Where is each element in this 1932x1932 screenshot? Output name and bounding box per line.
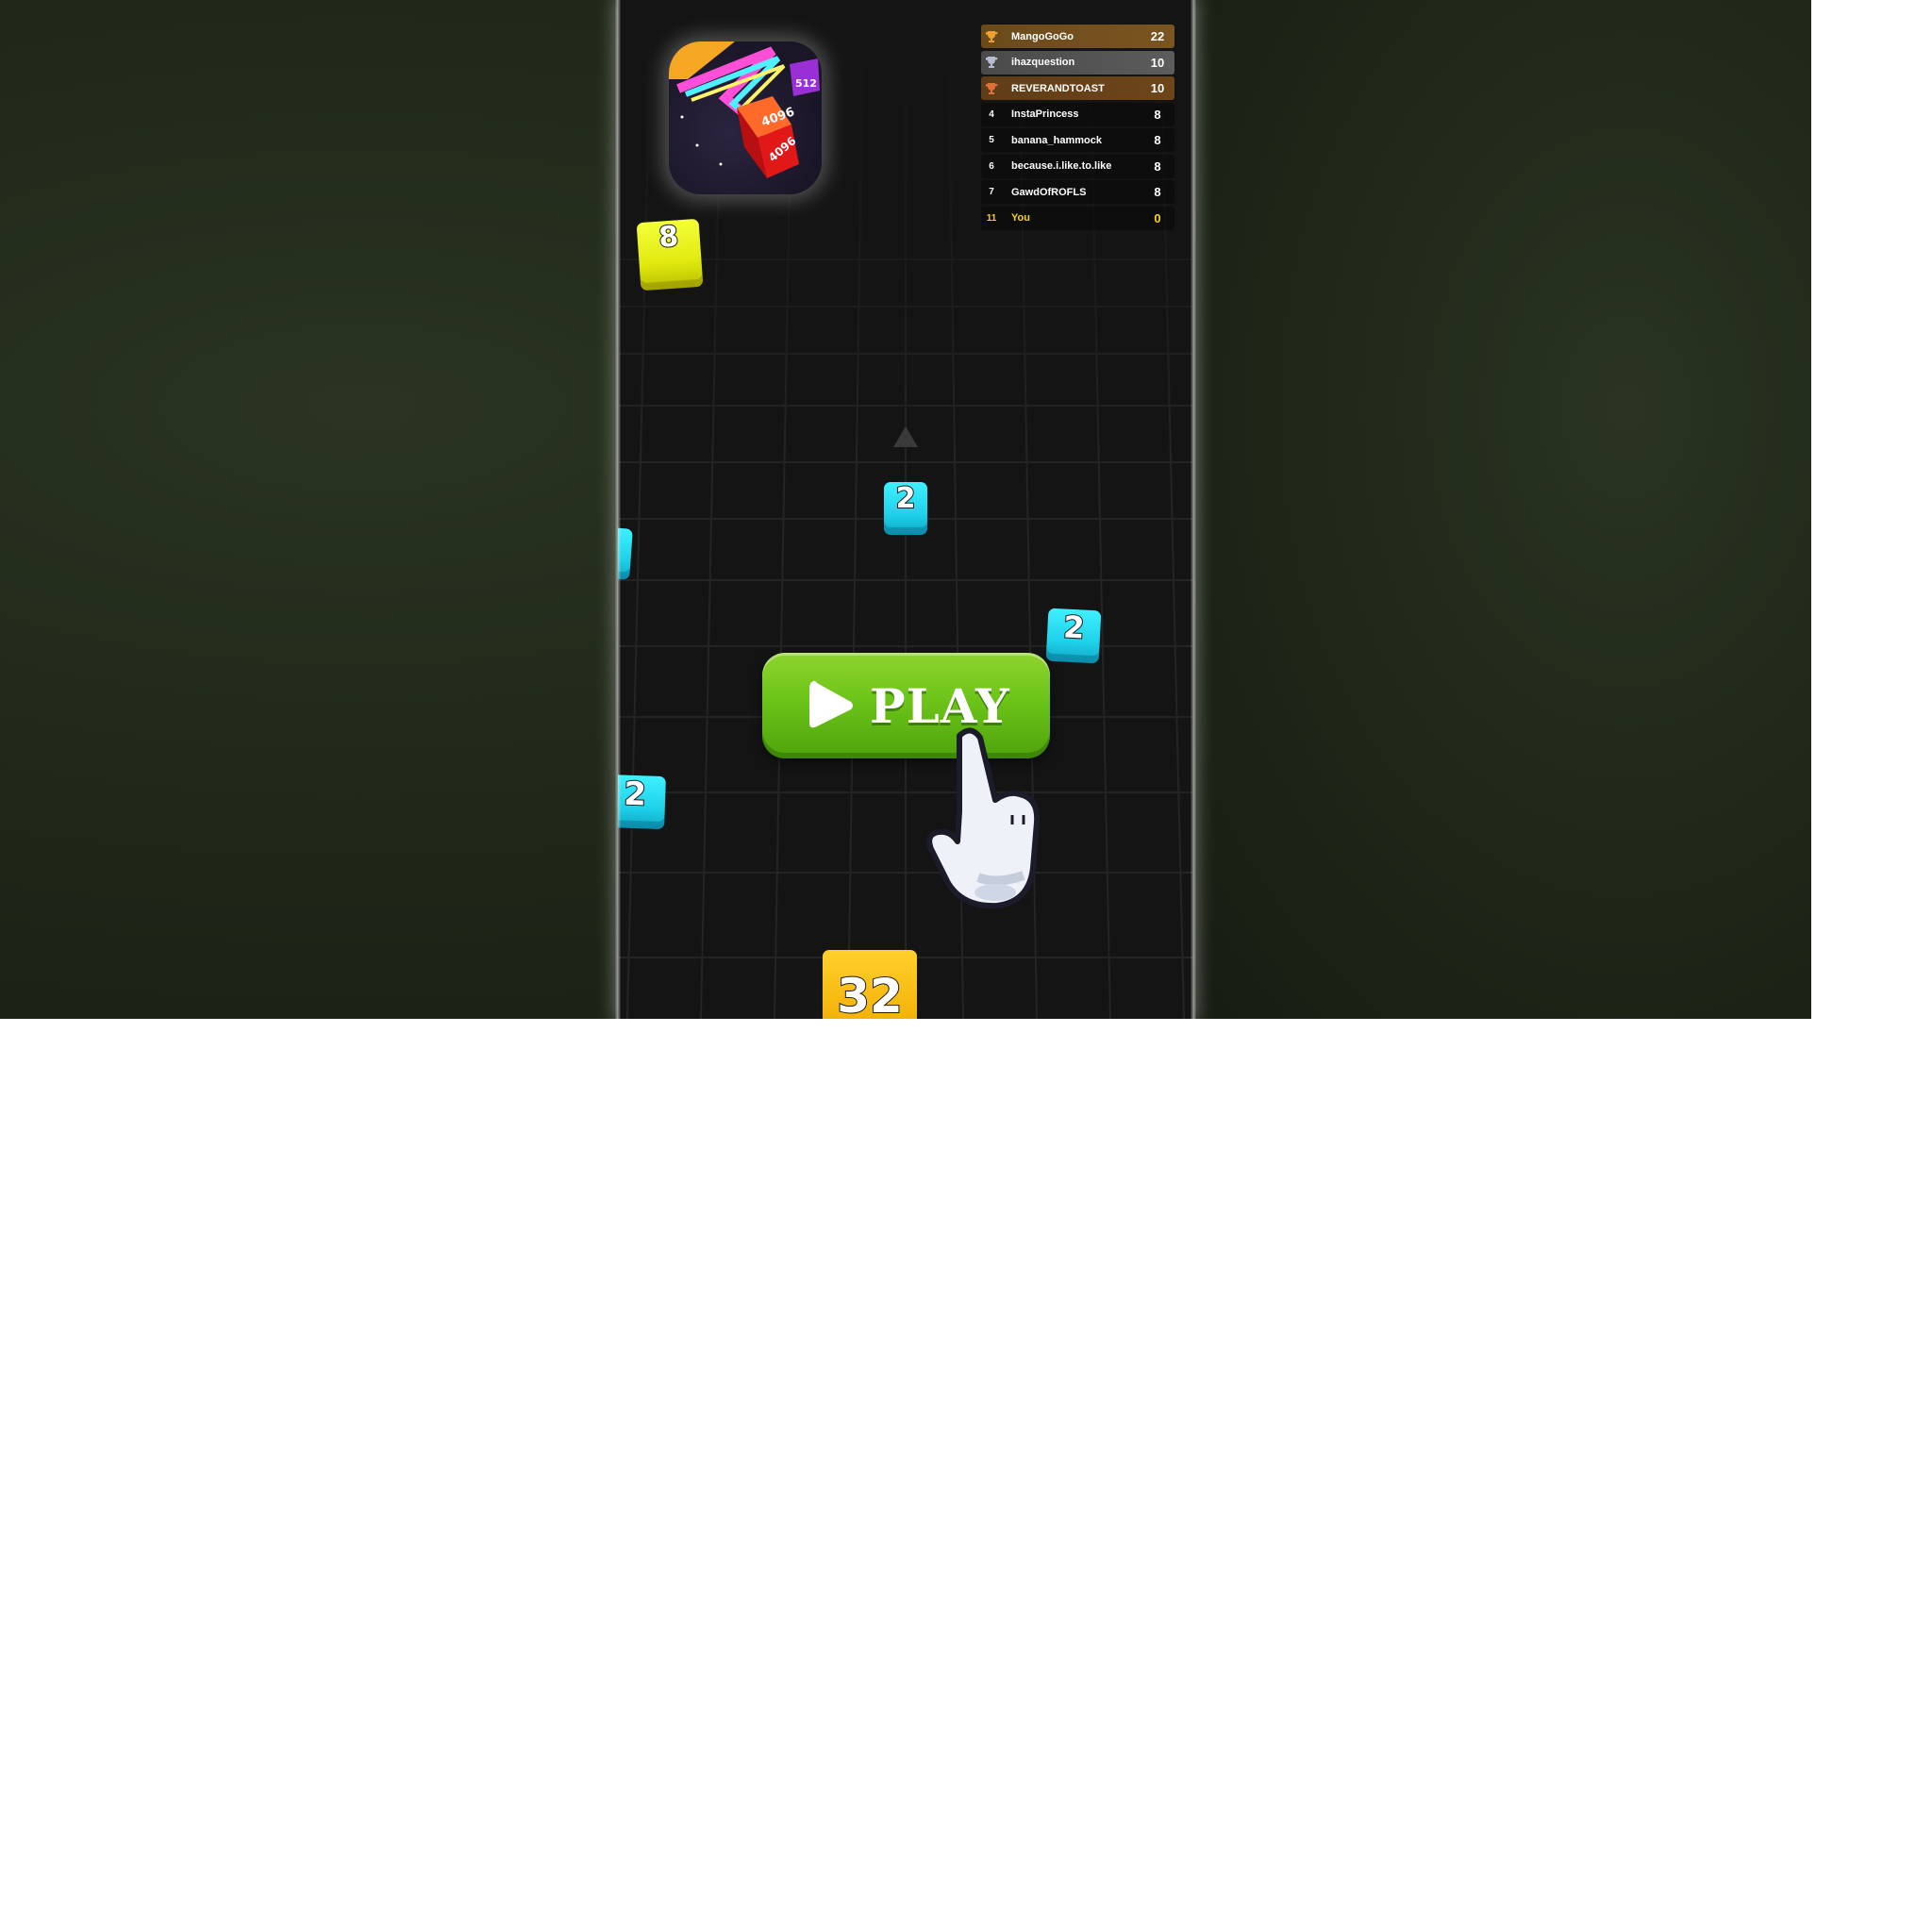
aim-arrow-icon [893, 426, 918, 447]
player-name: because.i.like.to.like [1011, 160, 1112, 172]
player-score: 10 [1150, 81, 1165, 95]
player-score: 8 [1154, 158, 1161, 174]
bronze-trophy-icon [981, 82, 1002, 95]
player-name: ihazquestion [1011, 57, 1075, 68]
player-score: 8 [1154, 133, 1161, 147]
leaderboard-row: 7 GawdOfROFLS 8 [981, 180, 1174, 204]
silver-trophy-icon [981, 56, 1002, 69]
play-triangle-icon [809, 680, 853, 728]
player-name: REVERANDTOAST [1011, 82, 1105, 94]
leaderboard-row: REVERANDTOAST 10 [981, 76, 1174, 100]
number-cube: 32 [823, 950, 917, 1019]
leaderboard-row: 6 because.i.like.to.like 8 [981, 154, 1174, 178]
player-score: 8 [1154, 107, 1161, 122]
tap-hand-icon [926, 727, 1041, 909]
leaderboard-row: 5 banana_hammock 8 [981, 128, 1174, 152]
player-rank: 6 [989, 160, 994, 172]
logo-art: 4096 4096 512 [669, 42, 820, 178]
number-cube: 2 [618, 774, 666, 830]
leaderboard: MangoGoGo 22 ihazquestion 10 REVERANDTOA… [981, 25, 1174, 232]
leaderboard-row-you: 11 You 0 [981, 206, 1174, 230]
game-canvas[interactable]: 4096 4096 512 MangoGoGo 22 ihazquestion [618, 0, 1193, 1019]
board-edge-left [615, 0, 621, 1019]
player-name: InstaPrincess [1011, 108, 1079, 120]
leaderboard-row: ihazquestion 10 [981, 50, 1174, 75]
leaderboard-row: 4 InstaPrincess 8 [981, 102, 1174, 126]
logo-cube-label: 512 [795, 77, 817, 90]
player-name: banana_hammock [1011, 134, 1102, 146]
leaderboard-row: MangoGoGo 22 [981, 25, 1174, 48]
player-name: You [1011, 212, 1030, 224]
number-cube: 2 [1045, 608, 1102, 664]
player-score: 8 [1154, 185, 1161, 199]
game-viewport: 4096 4096 512 MangoGoGo 22 ihazquestion [0, 0, 1811, 1019]
background-right [1193, 0, 1811, 1019]
player-name: GawdOfROFLS [1011, 186, 1087, 198]
player-score: 22 [1150, 29, 1165, 43]
player-rank: 4 [989, 108, 994, 120]
player-name: MangoGoGo [1011, 30, 1074, 42]
player-rank: 11 [986, 212, 997, 224]
player-score: 10 [1150, 55, 1165, 70]
player-rank: 7 [989, 187, 994, 197]
game-logo: 4096 4096 512 [669, 42, 822, 194]
board-edge-right [1191, 0, 1196, 1019]
gold-trophy-icon [981, 30, 1002, 43]
player-rank: 5 [989, 135, 994, 145]
number-cube: 8 [636, 218, 704, 291]
player-cube[interactable]: 2 [884, 481, 927, 535]
player-score: 0 [1154, 210, 1161, 225]
